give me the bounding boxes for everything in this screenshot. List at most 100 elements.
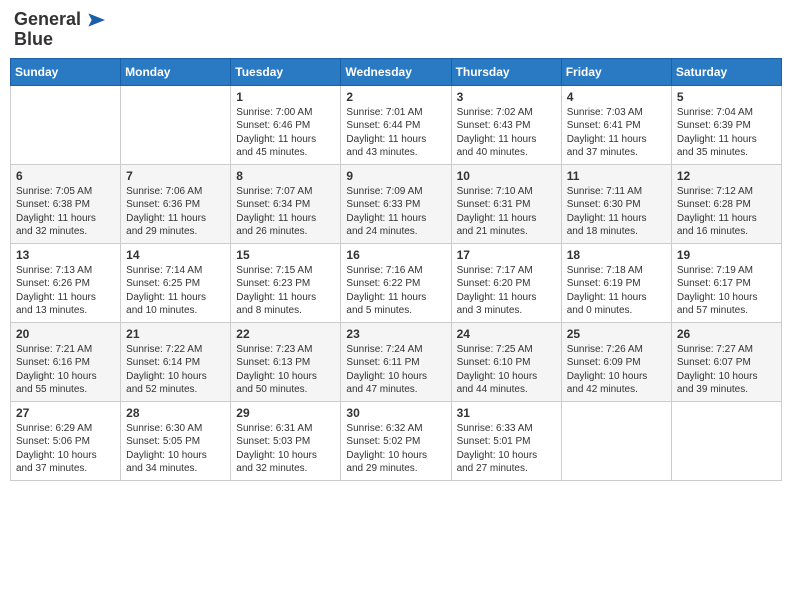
calendar-cell: 23 Sunrise: 7:24 AM Sunset: 6:11 PM Dayli… (341, 322, 451, 401)
page-header: General Blue (10, 10, 782, 50)
day-number: 30 (346, 406, 445, 420)
day-number: 5 (677, 90, 776, 104)
day-number: 3 (457, 90, 556, 104)
day-number: 20 (16, 327, 115, 341)
calendar-cell: 11Sunrise: 7:11 AM Sunset: 6:30 PM Dayli… (561, 164, 671, 243)
weekday-saturday: Saturday (671, 58, 781, 85)
calendar-cell: 29 Sunrise: 6:31 AM Sunset: 5:03 PM Dayli… (231, 401, 341, 480)
day-number: 8 (236, 169, 335, 183)
logo: General Blue (14, 10, 105, 50)
calendar-cell: 18 Sunrise: 7:18 AM Sunset: 6:19 PM Dayli… (561, 243, 671, 322)
cell-info: Sunrise: 6:31 AM Sunset: 5:03 PM Dayligh… (236, 422, 335, 476)
day-number: 28 (126, 406, 225, 420)
week-row-1: 1 Sunrise: 7:00 AM Sunset: 6:46 PM Daylig… (11, 85, 782, 164)
day-number: 24 (457, 327, 556, 341)
weekday-monday: Monday (121, 58, 231, 85)
calendar-cell: 20 Sunrise: 7:21 AM Sunset: 6:16 PM Dayli… (11, 322, 121, 401)
calendar-cell: 1 Sunrise: 7:00 AM Sunset: 6:46 PM Daylig… (231, 85, 341, 164)
calendar-cell: 15 Sunrise: 7:15 AM Sunset: 6:23 PM Dayli… (231, 243, 341, 322)
cell-info: Sunrise: 7:13 AM Sunset: 6:26 PM Dayligh… (16, 264, 115, 318)
cell-info: Sunrise: 7:03 AM Sunset: 6:41 PM Dayligh… (567, 106, 666, 160)
calendar-cell: 25Sunrise: 7:26 AM Sunset: 6:09 PM Dayli… (561, 322, 671, 401)
cell-info: Sunrise: 6:32 AM Sunset: 5:02 PM Dayligh… (346, 422, 445, 476)
week-row-5: 27 Sunrise: 6:29 AM Sunset: 5:06 PM Dayli… (11, 401, 782, 480)
calendar-table: SundayMondayTuesdayWednesdayThursdayFrid… (10, 58, 782, 481)
calendar-cell: 6 Sunrise: 7:05 AM Sunset: 6:38 PM Daylig… (11, 164, 121, 243)
cell-info: Sunrise: 7:19 AM Sunset: 6:17 PM Dayligh… (677, 264, 776, 318)
cell-info: Sunrise: 7:27 AM Sunset: 6:07 PM Dayligh… (677, 343, 776, 397)
calendar-cell: 31 Sunrise: 6:33 AM Sunset: 5:01 PM Dayli… (451, 401, 561, 480)
cell-info: Sunrise: 7:25 AM Sunset: 6:10 PM Dayligh… (457, 343, 556, 397)
cell-info: Sunrise: 7:01 AM Sunset: 6:44 PM Dayligh… (346, 106, 445, 160)
cell-info: Sunrise: 7:11 AM Sunset: 6:30 PM Dayligh… (567, 185, 666, 239)
calendar-cell: 27 Sunrise: 6:29 AM Sunset: 5:06 PM Dayli… (11, 401, 121, 480)
day-number: 23 (346, 327, 445, 341)
cell-info: Sunrise: 7:14 AM Sunset: 6:25 PM Dayligh… (126, 264, 225, 318)
day-number: 4 (567, 90, 666, 104)
calendar-cell: 5 Sunrise: 7:04 AM Sunset: 6:39 PM Daylig… (671, 85, 781, 164)
calendar-cell: 12 Sunrise: 7:12 AM Sunset: 6:28 PM Dayli… (671, 164, 781, 243)
calendar-cell: 28Sunrise: 6:30 AM Sunset: 5:05 PM Dayli… (121, 401, 231, 480)
cell-info: Sunrise: 7:22 AM Sunset: 6:14 PM Dayligh… (126, 343, 225, 397)
weekday-thursday: Thursday (451, 58, 561, 85)
calendar-cell (671, 401, 781, 480)
calendar-cell: 4 Sunrise: 7:03 AM Sunset: 6:41 PM Daylig… (561, 85, 671, 164)
calendar-cell: 16Sunrise: 7:16 AM Sunset: 6:22 PM Dayli… (341, 243, 451, 322)
calendar-cell: 26 Sunrise: 7:27 AM Sunset: 6:07 PM Dayli… (671, 322, 781, 401)
day-number: 31 (457, 406, 556, 420)
cell-info: Sunrise: 6:29 AM Sunset: 5:06 PM Dayligh… (16, 422, 115, 476)
calendar-cell: 2 Sunrise: 7:01 AM Sunset: 6:44 PM Daylig… (341, 85, 451, 164)
day-number: 1 (236, 90, 335, 104)
day-number: 2 (346, 90, 445, 104)
calendar-cell (561, 401, 671, 480)
day-number: 27 (16, 406, 115, 420)
calendar-cell: 10Sunrise: 7:10 AM Sunset: 6:31 PM Dayli… (451, 164, 561, 243)
cell-info: Sunrise: 7:04 AM Sunset: 6:39 PM Dayligh… (677, 106, 776, 160)
calendar-cell: 24 Sunrise: 7:25 AM Sunset: 6:10 PM Dayli… (451, 322, 561, 401)
week-row-3: 13 Sunrise: 7:13 AM Sunset: 6:26 PM Dayli… (11, 243, 782, 322)
day-number: 17 (457, 248, 556, 262)
cell-info: Sunrise: 7:05 AM Sunset: 6:38 PM Dayligh… (16, 185, 115, 239)
cell-info: Sunrise: 7:12 AM Sunset: 6:28 PM Dayligh… (677, 185, 776, 239)
day-number: 9 (346, 169, 445, 183)
day-number: 6 (16, 169, 115, 183)
day-number: 15 (236, 248, 335, 262)
calendar-cell: 22Sunrise: 7:23 AM Sunset: 6:13 PM Dayli… (231, 322, 341, 401)
cell-info: Sunrise: 7:09 AM Sunset: 6:33 PM Dayligh… (346, 185, 445, 239)
calendar-cell (121, 85, 231, 164)
day-number: 22 (236, 327, 335, 341)
week-row-4: 20 Sunrise: 7:21 AM Sunset: 6:16 PM Dayli… (11, 322, 782, 401)
weekday-sunday: Sunday (11, 58, 121, 85)
cell-info: Sunrise: 7:16 AM Sunset: 6:22 PM Dayligh… (346, 264, 445, 318)
day-number: 13 (16, 248, 115, 262)
calendar-cell: 30 Sunrise: 6:32 AM Sunset: 5:02 PM Dayli… (341, 401, 451, 480)
logo-general: General (14, 10, 81, 30)
cell-info: Sunrise: 7:21 AM Sunset: 6:16 PM Dayligh… (16, 343, 115, 397)
day-number: 26 (677, 327, 776, 341)
cell-info: Sunrise: 7:24 AM Sunset: 6:11 PM Dayligh… (346, 343, 445, 397)
calendar-cell: 8 Sunrise: 7:07 AM Sunset: 6:34 PM Daylig… (231, 164, 341, 243)
cell-info: Sunrise: 7:07 AM Sunset: 6:34 PM Dayligh… (236, 185, 335, 239)
day-number: 29 (236, 406, 335, 420)
cell-info: Sunrise: 7:18 AM Sunset: 6:19 PM Dayligh… (567, 264, 666, 318)
weekday-friday: Friday (561, 58, 671, 85)
cell-info: Sunrise: 6:33 AM Sunset: 5:01 PM Dayligh… (457, 422, 556, 476)
cell-info: Sunrise: 7:26 AM Sunset: 6:09 PM Dayligh… (567, 343, 666, 397)
day-number: 18 (567, 248, 666, 262)
cell-info: Sunrise: 7:00 AM Sunset: 6:46 PM Dayligh… (236, 106, 335, 160)
calendar-cell: 19Sunrise: 7:19 AM Sunset: 6:17 PM Dayli… (671, 243, 781, 322)
day-number: 21 (126, 327, 225, 341)
logo-icon (85, 13, 105, 27)
calendar-cell: 3Sunrise: 7:02 AM Sunset: 6:43 PM Daylig… (451, 85, 561, 164)
day-number: 12 (677, 169, 776, 183)
cell-info: Sunrise: 7:17 AM Sunset: 6:20 PM Dayligh… (457, 264, 556, 318)
cell-info: Sunrise: 7:06 AM Sunset: 6:36 PM Dayligh… (126, 185, 225, 239)
calendar-cell: 9 Sunrise: 7:09 AM Sunset: 6:33 PM Daylig… (341, 164, 451, 243)
cell-info: Sunrise: 7:15 AM Sunset: 6:23 PM Dayligh… (236, 264, 335, 318)
calendar-cell: 17 Sunrise: 7:17 AM Sunset: 6:20 PM Dayli… (451, 243, 561, 322)
weekday-wednesday: Wednesday (341, 58, 451, 85)
calendar-cell: 13 Sunrise: 7:13 AM Sunset: 6:26 PM Dayli… (11, 243, 121, 322)
day-number: 7 (126, 169, 225, 183)
weekday-tuesday: Tuesday (231, 58, 341, 85)
week-row-2: 6 Sunrise: 7:05 AM Sunset: 6:38 PM Daylig… (11, 164, 782, 243)
